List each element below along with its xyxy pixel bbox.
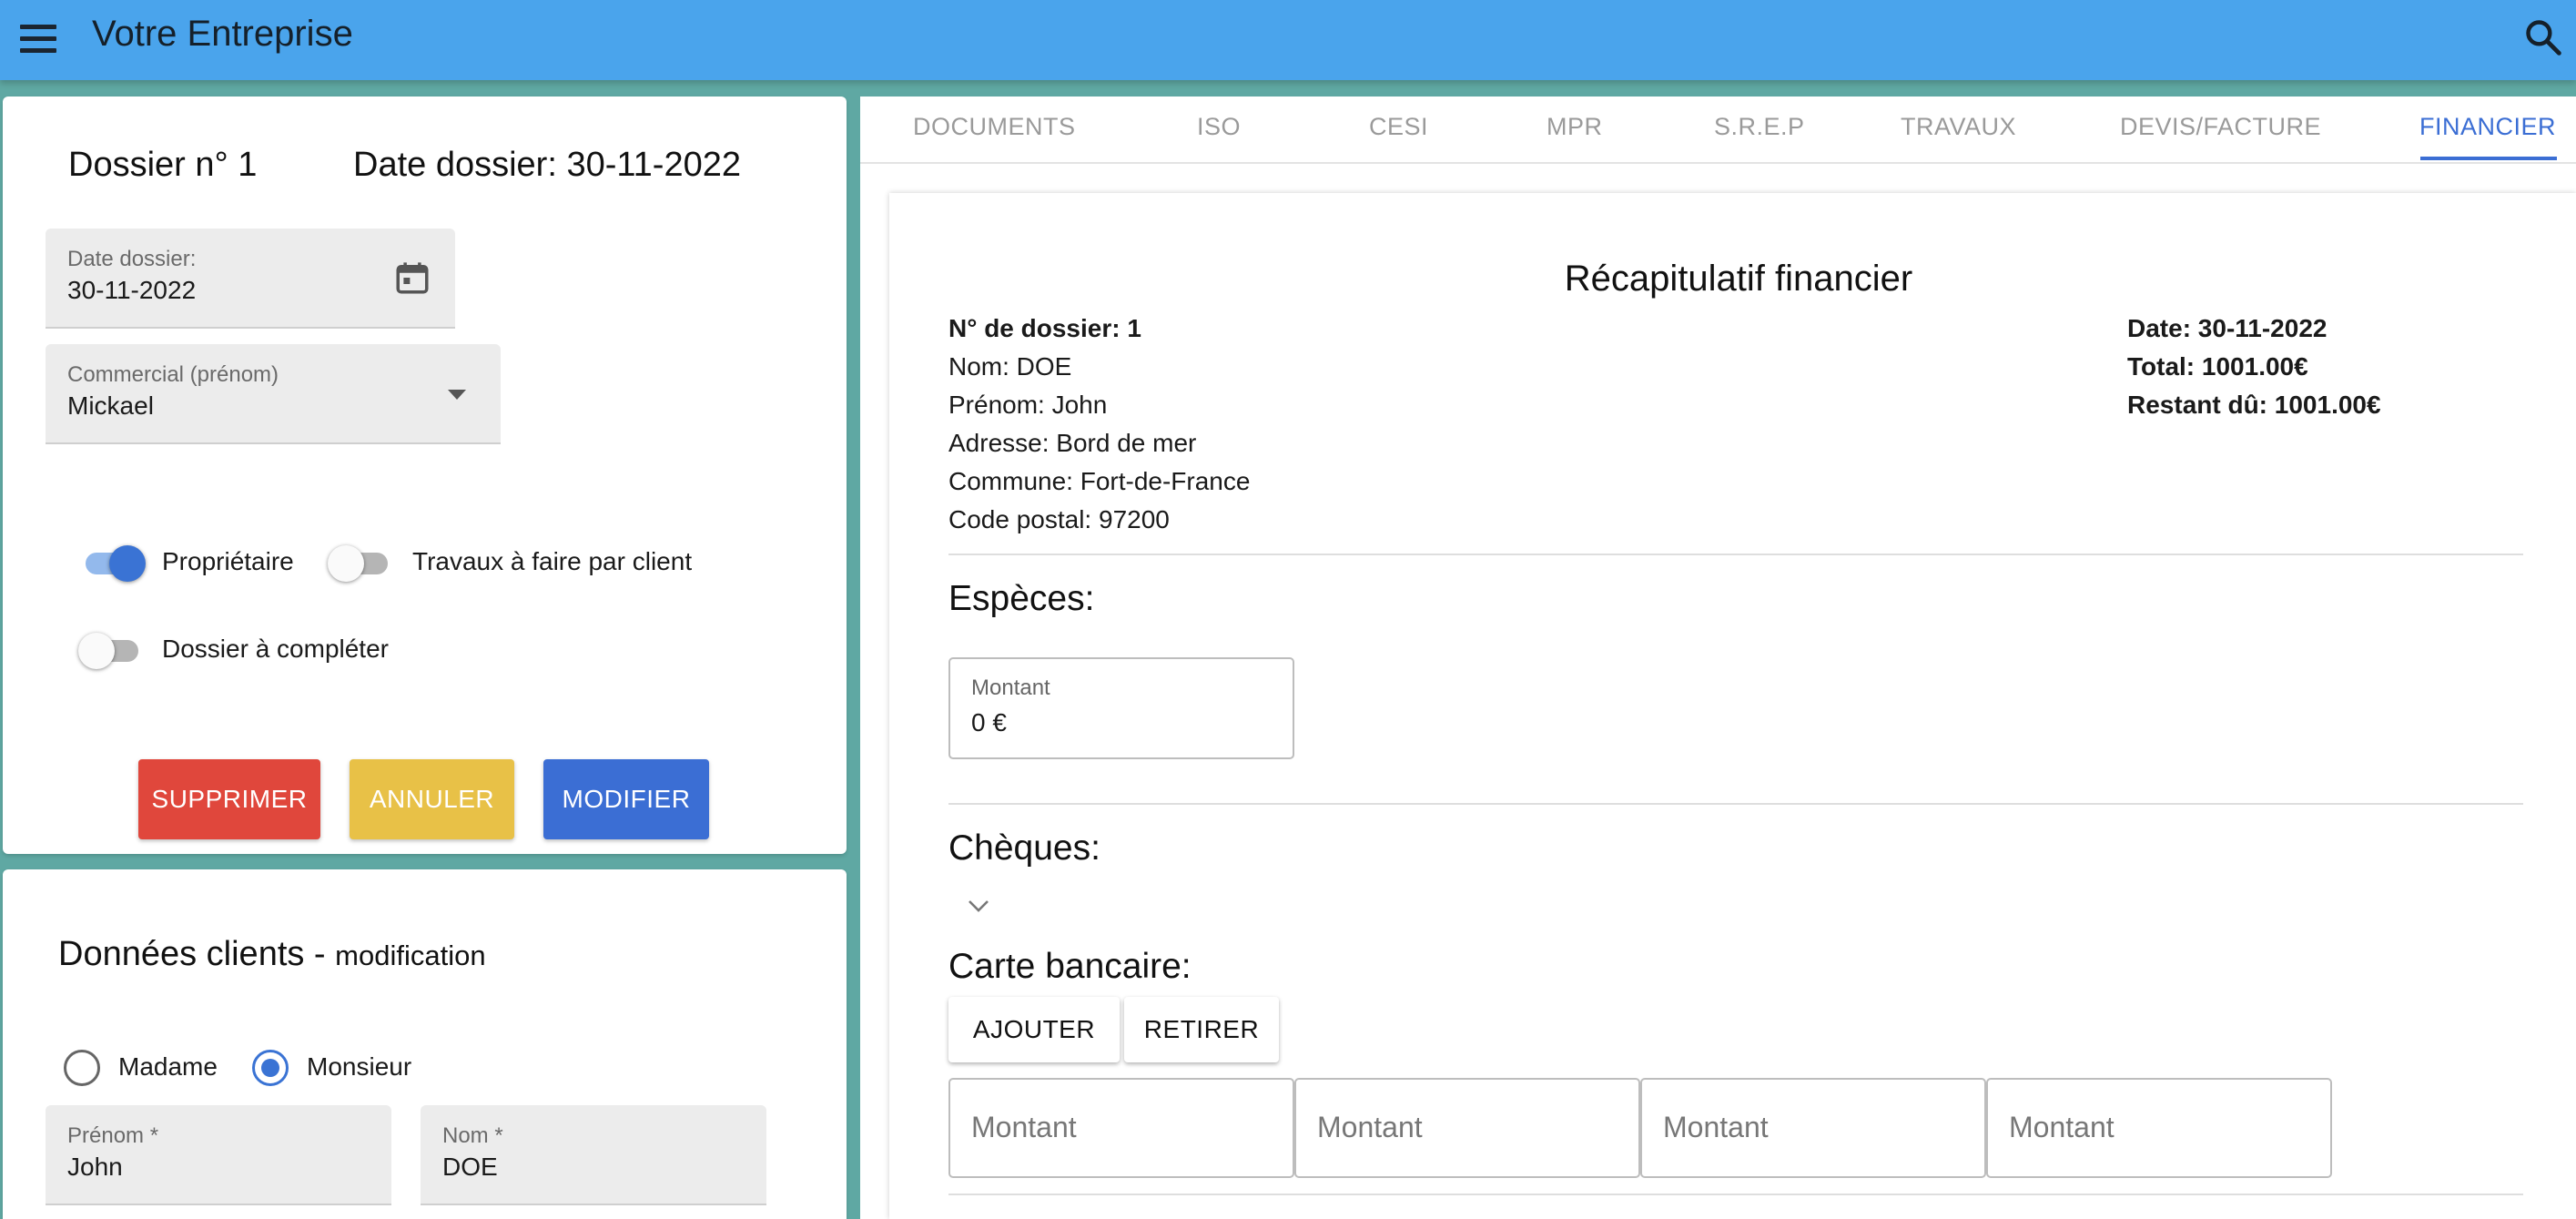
especes-amount-label: Montant [971,676,1050,700]
toggle-proprietaire-label: Propriétaire [162,547,294,575]
toggle-travaux-client-label: Travaux à faire par client [412,547,693,575]
recap-totals: Date: 30-11-2022 Total: 1001.00€ Restant… [2127,310,2381,424]
recap-nom: Nom: DOE [948,352,1072,381]
commercial-select[interactable]: Commercial (prénom) Mickael [46,344,501,444]
card-amount-input[interactable]: Montant [1640,1078,1986,1178]
card-amount-placeholder: Montant [1663,1111,1769,1143]
dossier-number: Dossier n° 1 [68,146,258,184]
dropdown-caret-icon [448,390,466,400]
tab-travaux[interactable]: TRAVAUX [1901,113,2016,141]
recap-commune: Commune: Fort-de-France [948,467,1251,495]
recap-adresse: Adresse: Bord de mer [948,429,1197,457]
card-amount-placeholder: Montant [1317,1111,1423,1143]
card-amount-placeholder: Montant [2009,1111,2115,1143]
toggle-proprietaire[interactable] [80,543,146,582]
tab-srep[interactable]: S.R.E.P [1714,113,1805,141]
tab-mpr[interactable]: MPR [1547,113,1603,141]
especes-amount-input[interactable]: Montant 0 € [948,657,1294,759]
remove-card-payment-button[interactable]: RETIRER [1124,997,1279,1062]
especes-title: Espèces: [948,579,1095,618]
radio-madame-label: Madame [118,1052,218,1081]
recap-total: Total: 1001.00€ [2127,352,2308,381]
dossier-panel [3,97,847,854]
tab-financier[interactable]: FINANCIER [2419,113,2556,141]
cancel-button[interactable]: ANNULER [350,759,514,839]
tab-documents[interactable]: DOCUMENTS [913,113,1076,141]
app-title: Votre Entreprise [92,14,353,54]
recap-date: Date: 30-11-2022 [2127,314,2328,342]
prenom-label: Prénom * [67,1123,159,1148]
chevron-down-icon[interactable] [967,898,990,914]
tab-devis-facture[interactable]: DEVIS/FACTURE [2120,113,2321,141]
menu-icon[interactable] [20,23,60,56]
clients-title: Données clients - modification [58,935,486,974]
especes-amount-value: 0 € [971,708,1007,736]
card-amount-placeholder: Montant [971,1111,1077,1143]
search-icon[interactable] [2523,17,2563,57]
clients-title-text: Données clients - [58,935,326,973]
card-amount-input[interactable]: Montant [1986,1078,2332,1178]
prenom-value: John [67,1153,123,1181]
modify-button[interactable]: MODIFIER [543,759,709,839]
radio-monsieur[interactable] [252,1050,289,1086]
add-card-payment-button[interactable]: AJOUTER [948,997,1120,1062]
divider [948,554,2523,555]
card-amount-input[interactable]: Montant [1294,1078,1640,1178]
nom-value: DOE [442,1153,498,1181]
recap-dossier-no: N° de dossier: 1 [948,314,1141,342]
nom-label: Nom * [442,1123,503,1148]
dossier-date-heading: Date dossier: 30-11-2022 [353,146,741,184]
nom-field[interactable]: Nom * DOE [421,1105,766,1205]
toggle-dossier-a-completer-label: Dossier à compléter [162,635,389,663]
commercial-label: Commercial (prénom) [67,362,279,387]
recap-client-info: N° de dossier: 1 Nom: DOE Prénom: John A… [948,310,1250,539]
toggle-dossier-a-completer[interactable] [78,631,144,669]
card-amount-input[interactable]: Montant [948,1078,1294,1178]
divider [948,803,2523,805]
tab-cesi[interactable]: CESI [1369,113,1428,141]
carte-title: Carte bancaire: [948,947,1192,986]
toggle-travaux-client[interactable] [328,543,393,582]
recap-restant: Restant dû: 1001.00€ [2127,391,2381,419]
date-dossier-field[interactable]: Date dossier: 30-11-2022 [46,229,455,329]
divider [948,1194,2523,1195]
radio-madame[interactable] [64,1050,100,1086]
calendar-icon[interactable] [393,258,431,298]
prenom-field[interactable]: Prénom * John [46,1105,391,1205]
delete-button[interactable]: SUPPRIMER [138,759,320,839]
recap-prenom: Prénom: John [948,391,1108,419]
app-bar: Votre Entreprise [0,0,2576,80]
clients-subtitle: modification [335,940,486,971]
tab-iso[interactable]: ISO [1197,113,1241,141]
recap-code-postal: Code postal: 97200 [948,505,1170,533]
active-tab-indicator [2420,157,2557,160]
radio-monsieur-label: Monsieur [307,1052,412,1081]
recap-title: Récapitulatif financier [1564,259,1913,299]
tab-bar: DOCUMENTS ISO CESI MPR S.R.E.P TRAVAUX D… [860,97,2576,164]
commercial-value: Mickael [67,391,154,420]
cheques-title: Chèques: [948,828,1100,868]
date-dossier-value: 30-11-2022 [67,276,197,304]
date-dossier-label: Date dossier: [67,247,197,271]
